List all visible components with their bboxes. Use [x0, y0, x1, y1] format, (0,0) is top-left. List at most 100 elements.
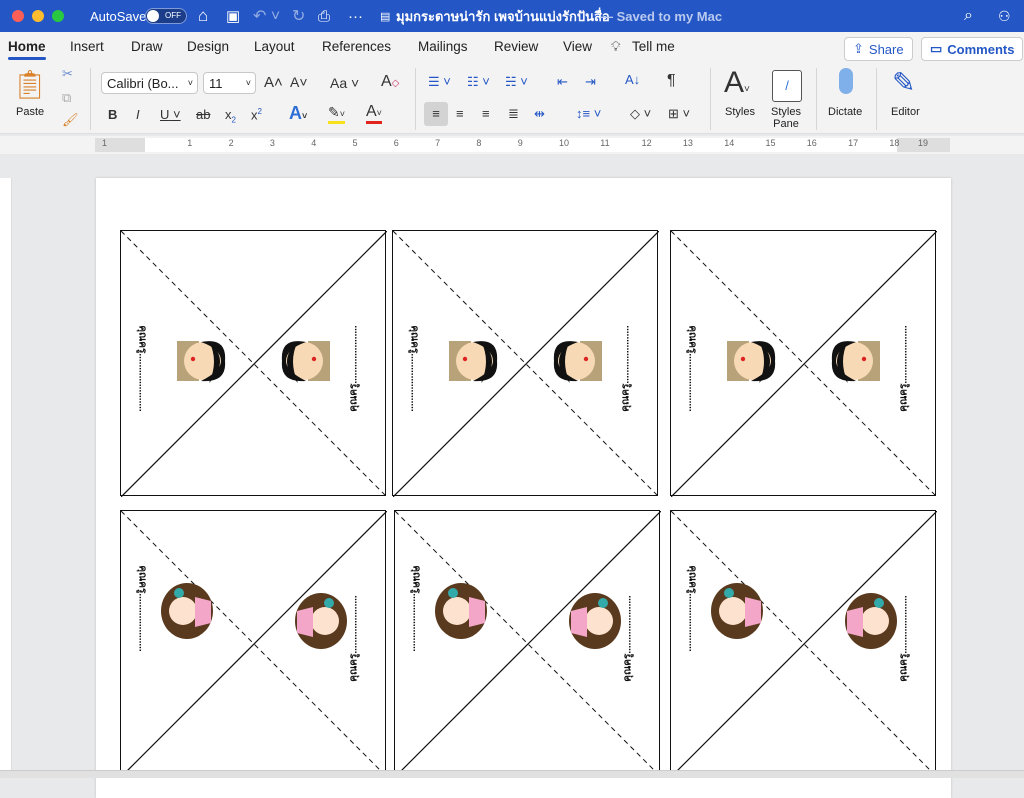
underline-button[interactable]: U ˅ — [160, 107, 181, 122]
account-icon[interactable]: ⚇ — [998, 0, 1011, 32]
teacher-label-right: คุณครู..................... — [620, 325, 632, 412]
bold-button[interactable]: B — [108, 107, 117, 122]
tab-view[interactable]: View — [563, 39, 592, 54]
comment-icon: ▭ — [930, 41, 943, 56]
subscript-button[interactable]: x2 — [225, 107, 236, 125]
distributed-button[interactable]: ⇹ — [534, 106, 545, 122]
comments-button[interactable]: ▭ Comments — [921, 37, 1024, 61]
lightbulb-icon: 💡︎ — [611, 39, 621, 54]
justify-button[interactable]: ≣ — [508, 106, 519, 122]
ruler-number: 4 — [311, 138, 317, 148]
ruler-number: 13 — [682, 138, 693, 148]
vertical-ruler[interactable] — [0, 178, 12, 778]
girl-character-right — [569, 593, 621, 649]
divider — [876, 68, 877, 130]
save-status[interactable]: — Saved to my Mac — [600, 0, 722, 32]
change-case-button[interactable]: Aa ˅ — [330, 75, 359, 91]
tell-me-search[interactable]: Tell me — [632, 39, 675, 54]
ruler-number: 1 — [102, 138, 108, 148]
more-icon[interactable]: ··· — [348, 0, 363, 32]
decrease-indent-button[interactable]: ⇤ — [557, 74, 568, 90]
boy-character-left — [727, 341, 776, 383]
grow-font-button[interactable]: A˄ — [264, 74, 283, 91]
tab-references[interactable]: References — [322, 39, 391, 54]
redo-icon[interactable]: ↻ — [292, 0, 305, 32]
paste-label[interactable]: Paste — [16, 106, 44, 118]
tab-home[interactable]: Home — [8, 39, 46, 60]
borders-button[interactable]: ⊞ ˅ — [668, 106, 690, 122]
autosave-toggle[interactable]: OFF — [145, 8, 187, 24]
line-spacing-button[interactable]: ↕≡ ˅ — [576, 106, 601, 121]
numbering-button[interactable]: ☷ ˅ — [467, 74, 490, 90]
home-icon[interactable]: ⌂ — [198, 0, 208, 32]
ruler-number: 9 — [517, 138, 523, 148]
boy-character-left — [449, 341, 498, 383]
ruler-number: 10 — [559, 138, 570, 148]
name-card-boy[interactable]: คุณครู..................... คุณครู......… — [120, 230, 387, 497]
ruler-number: 3 — [269, 138, 275, 148]
bullets-button[interactable]: ☰ ˅ — [428, 74, 451, 90]
name-card-girl[interactable]: คุณครู..................... คุณครู......… — [120, 510, 387, 777]
close-window-button[interactable] — [12, 10, 24, 22]
tab-layout[interactable]: Layout — [254, 39, 295, 54]
tab-insert[interactable]: Insert — [70, 39, 104, 54]
multilevel-list-button[interactable]: ☵ ˅ — [505, 74, 528, 90]
strikethrough-button[interactable]: ab — [196, 107, 210, 122]
teacher-label-right: คุณครู..................... — [348, 595, 360, 682]
increase-indent-button[interactable]: ⇥ — [585, 74, 596, 90]
format-painter-icon[interactable]: 🖌︎ — [62, 112, 79, 128]
ruler-number: 17 — [848, 138, 859, 148]
shrink-font-button[interactable]: A˅ — [290, 74, 308, 90]
editor-icon[interactable]: ✎ — [892, 66, 915, 99]
show-formatting-button[interactable]: ¶ — [667, 72, 676, 90]
save-icon[interactable]: ▣ — [226, 0, 240, 32]
print-icon[interactable]: ⎙ — [318, 0, 330, 32]
styles-pane-icon[interactable]: / — [772, 70, 802, 102]
shading-button[interactable]: ◇ ˅ — [630, 106, 651, 122]
title-bar: AutoSave OFF ⌂ ▣ ↶ ˅ ↻ ⎙ ··· ▤ มุมกระดาษ… — [0, 0, 1024, 32]
share-button[interactable]: ⇪ Share — [844, 37, 913, 61]
align-center-button[interactable]: ≡ — [456, 106, 464, 121]
dictate-label[interactable]: Dictate — [828, 106, 862, 118]
copy-icon[interactable]: ⧉ — [62, 90, 71, 106]
horizontal-ruler[interactable]: 1 1 2 3 4 5 6 7 8 9 10 11 12 13 14 15 16 17 18 19 — [0, 136, 1024, 154]
minimize-window-button[interactable] — [32, 10, 44, 22]
font-color-button[interactable]: A˅ — [366, 103, 382, 124]
name-card-boy[interactable]: คุณครู..................... คุณครู......… — [392, 230, 659, 497]
teacher-label-left: คุณครู..................... — [136, 325, 148, 412]
undo-icon[interactable]: ↶ ˅ — [253, 0, 280, 32]
name-card-boy[interactable]: คุณครู..................... คุณครู......… — [670, 230, 937, 497]
microphone-icon[interactable] — [839, 68, 853, 94]
ruler-number: 11 — [600, 138, 610, 148]
editor-label[interactable]: Editor — [891, 106, 920, 118]
maximize-window-button[interactable] — [52, 10, 64, 22]
clear-formatting-icon[interactable]: A◇ — [381, 73, 399, 91]
search-icon[interactable]: ⌕ — [964, 0, 973, 32]
align-left-button[interactable]: ≡ — [424, 102, 448, 126]
paste-icon[interactable]: 📋︎ — [12, 68, 48, 101]
tab-mailings[interactable]: Mailings — [418, 39, 468, 54]
highlight-color-button[interactable]: ✎˅ — [328, 104, 345, 124]
ruler-number: 1 — [187, 138, 193, 148]
tab-design[interactable]: Design — [187, 39, 229, 54]
superscript-button[interactable]: x2 — [251, 107, 262, 122]
document-page[interactable]: คุณครู..................... คุณครู......… — [96, 178, 951, 798]
tab-review[interactable]: Review — [494, 39, 538, 54]
font-size-select[interactable]: 11 ˅ — [203, 72, 256, 94]
align-right-button[interactable]: ≡ — [482, 106, 490, 121]
styles-label[interactable]: Styles — [725, 106, 755, 118]
name-card-girl[interactable]: คุณครู..................... คุณครู......… — [670, 510, 937, 777]
teacher-label-left: คุณครู..................... — [686, 325, 698, 412]
styles-icon[interactable]: A˅ — [724, 66, 750, 100]
font-name-select[interactable]: Calibri (Bo... ˅ — [101, 72, 198, 94]
teacher-label-right: คุณครู..................... — [898, 595, 910, 682]
name-card-girl[interactable]: คุณครู..................... คุณครู......… — [394, 510, 661, 777]
girl-character-left — [435, 583, 487, 639]
cut-icon[interactable]: ✂ — [62, 66, 73, 82]
tab-draw[interactable]: Draw — [131, 39, 163, 54]
italic-button[interactable]: I — [136, 107, 140, 122]
document-title: มุมกระดาษน่ารัก เพจบ้านแบ่งรักปันสื่อ — [396, 8, 610, 24]
sort-button[interactable]: A↓ — [625, 72, 640, 87]
styles-pane-label[interactable]: Styles Pane — [771, 106, 801, 130]
text-effects-button[interactable]: A˅ — [289, 103, 307, 124]
